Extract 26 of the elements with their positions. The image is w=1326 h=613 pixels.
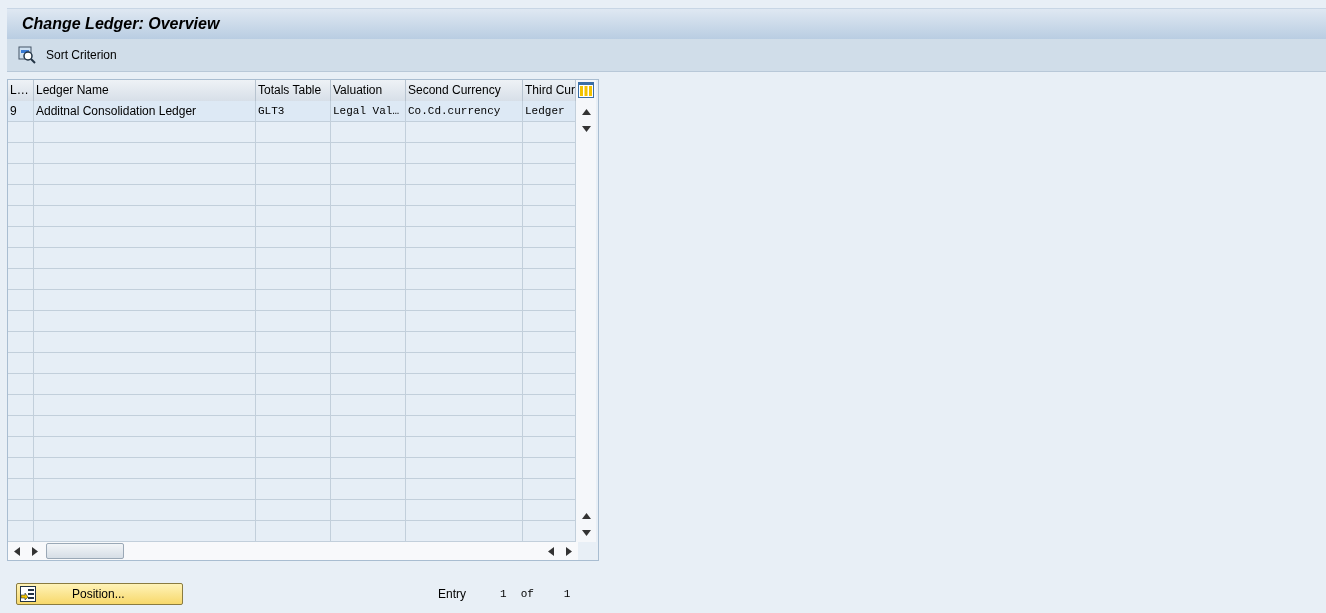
- table-cell: 9: [8, 101, 34, 122]
- entry-index: 1: [500, 588, 507, 600]
- scroll-down-icon[interactable]: [581, 126, 591, 132]
- scroll-right-icon[interactable]: [32, 546, 38, 556]
- column-settings-icon[interactable]: [578, 82, 594, 98]
- scroll-right-icon[interactable]: [566, 546, 572, 556]
- list-icon: [20, 586, 36, 602]
- table-cell: Ledger: [523, 101, 576, 122]
- table-cell: Legal Val…: [331, 101, 406, 122]
- scroll-up-icon[interactable]: [581, 513, 591, 519]
- table-cell: GLT3: [256, 101, 331, 122]
- position-button[interactable]: Position...: [16, 583, 183, 605]
- table-cell: Co.Cd.currency: [406, 101, 523, 122]
- entry-total: 1: [563, 588, 571, 600]
- window-title: Change Ledger: Overview: [22, 15, 220, 33]
- sort-button[interactable]: Sort Criterion: [15, 44, 120, 66]
- scrollbar-thumb[interactable]: [46, 543, 124, 559]
- magnifier-icon: [18, 46, 36, 64]
- of-label: of: [520, 588, 534, 600]
- entry-label: Entry: [438, 587, 466, 601]
- scroll-up-icon[interactable]: [581, 109, 591, 115]
- vertical-scrollbar[interactable]: [576, 80, 596, 542]
- scroll-left-icon[interactable]: [14, 546, 20, 556]
- table-cell: Additnal Consolidation Ledger: [34, 101, 256, 122]
- scroll-left-icon[interactable]: [548, 546, 554, 556]
- scroll-down-icon[interactable]: [581, 530, 591, 536]
